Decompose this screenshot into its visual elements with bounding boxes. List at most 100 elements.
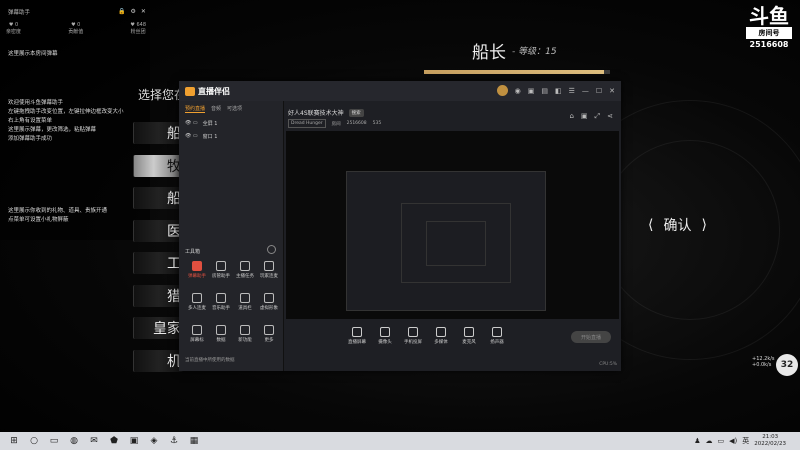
room-icons: ⌂ ▣ ⤢ ⋖ — [569, 112, 613, 121]
tab-audio[interactable]: 音频 — [211, 105, 221, 113]
close-icon[interactable]: ✕ — [609, 87, 615, 95]
network-speed: +12.2k/s +0.0k/s — [752, 356, 775, 368]
tool-label: 弹幕助手 — [188, 274, 206, 279]
window-icon[interactable]: ▣ — [581, 112, 588, 121]
left-status: 当前直播中所使用的数据 — [185, 358, 235, 363]
role-option[interactable]: 机 — [133, 349, 183, 372]
taskbar-app-icon[interactable]: ▭ — [48, 435, 60, 447]
confirm-button[interactable]: ⟨ 确认 ⟩ — [648, 215, 707, 235]
role-option[interactable]: 工 — [133, 252, 183, 274]
source-icon — [492, 327, 502, 337]
tool-icon — [192, 261, 202, 271]
layout-icon[interactable]: ◧ — [555, 87, 562, 95]
role-option[interactable]: 猎 — [133, 284, 183, 307]
avatar[interactable] — [496, 85, 508, 96]
record-icon[interactable]: ◉ — [515, 87, 521, 95]
source-button[interactable]: 直播屏幕 — [344, 327, 370, 345]
source-icon — [380, 327, 390, 337]
source-icon — [436, 327, 446, 337]
source-icon — [352, 327, 362, 337]
taskbar-app-icon[interactable]: ▦ — [188, 435, 200, 447]
close-icon[interactable]: ✕ — [141, 8, 146, 15]
source-button[interactable]: 扬声器 — [484, 327, 510, 345]
clock[interactable]: 21:03 2022/02/23 — [754, 434, 786, 448]
taskbar-app-icon[interactable]: ◍ — [68, 435, 80, 447]
tray-person-icon[interactable]: ♟ — [694, 437, 700, 445]
expand-icon[interactable]: ⤢ — [595, 112, 601, 121]
confirm-label: 确认 — [663, 218, 692, 234]
role-name: 船长 — [472, 43, 506, 63]
game-category[interactable]: Dread Hunger — [288, 119, 326, 128]
taskbar-app-icon[interactable]: ◈ — [148, 435, 160, 447]
source-icon — [408, 327, 418, 337]
taskbar-app-icon[interactable]: ⊞ — [8, 435, 20, 447]
taskbar-app-icon[interactable]: ✉ — [88, 435, 100, 447]
windows-taskbar: ⊞ ○ ▭ ◍ ✉ ⬟ ▣ ◈ ⚓ ▦ ♟ ☁ ▭ ◀) 英 21:03 2022/02/23 — [0, 432, 800, 450]
menu-icon[interactable]: ☰ — [569, 87, 575, 95]
danmaku-helper-panel[interactable]: 弹幕助手 🔒 ⚙ ✕ ♥ 0 亲密度 ♥ 0 贡献值 ♥ 648 粉丝团 这里展示本房… — [0, 0, 150, 240]
helper-line: 这里展示你收到的礼物、道具、贵族开通 — [8, 208, 108, 214]
tool-label: 多人连麦 — [188, 306, 206, 311]
tool-label: 玩家连麦 — [260, 274, 278, 279]
share-icon[interactable]: ⋖ — [607, 112, 613, 121]
tab-options[interactable]: 可选项 — [227, 105, 242, 113]
chevron-right-icon: ⟩ — [701, 217, 707, 233]
scene-item[interactable]: 👁 ▭ 窗口 1 — [179, 130, 283, 143]
source-button[interactable]: 摄像头 — [372, 327, 398, 345]
tool-icon — [216, 325, 226, 335]
room-meta: Dread Hunger 房间 2516608 535 — [288, 119, 381, 128]
role-option[interactable]: 医 — [133, 219, 183, 242]
source-button[interactable]: 多媒体 — [428, 327, 454, 345]
room-title-tag[interactable]: 搜索 — [348, 108, 364, 117]
source-button[interactable]: 手机投屏 — [400, 327, 426, 345]
role-option[interactable]: 皇家 — [133, 317, 183, 339]
tool-button[interactable]: 更多 — [255, 325, 283, 343]
helper-line: 这里展示弹幕，更改筛选，粘贴弹幕 — [8, 127, 97, 133]
role-option[interactable]: 船 — [133, 122, 183, 144]
room-tag: 房间号 — [746, 27, 792, 39]
taskbar-app-icon[interactable]: ⬟ — [108, 435, 120, 447]
screen-icon[interactable]: ▣ — [528, 87, 535, 95]
gear-icon[interactable]: ⚙ — [130, 8, 135, 15]
source-toolbar: 直播屏幕 摄像头 手机投屏 多媒体 麦克风 扬声器 开始直播 CPU:5% — [284, 321, 621, 371]
tab-reserve[interactable]: 预约直播 — [185, 105, 206, 113]
eye-icon[interactable]: 👁 ▭ — [185, 133, 198, 140]
tool-icon — [240, 293, 250, 303]
douyu-logo-text: 斗鱼 — [749, 4, 789, 28]
app-titlebar[interactable]: 直播伴侣 ◉ ▣ ▤ ◧ ☰ — ☐ ✕ — [179, 81, 621, 101]
lock-icon[interactable]: 🔒 — [118, 8, 125, 15]
taskbar-app-icon[interactable]: ○ — [28, 435, 40, 447]
home-icon[interactable]: ⌂ — [569, 112, 573, 121]
role-option[interactable]: 船 — [133, 187, 183, 209]
tool-button[interactable]: 玩家连麦 — [255, 261, 283, 279]
level-progress-bar — [424, 70, 610, 74]
helper-line: 点菜单可设置小礼物屏蔽 — [8, 217, 69, 223]
tool-label: 道具栏 — [238, 306, 252, 311]
tray-cloud-icon[interactable]: ☁ — [706, 437, 713, 445]
tool-icon — [240, 261, 250, 271]
tool-label: 更多 — [264, 338, 274, 343]
scene-item[interactable]: 👁 ▭ 全屏 1 — [179, 117, 283, 130]
helper-line: 添加弹幕助手成功 — [8, 136, 53, 142]
nested-preview-window — [426, 221, 486, 266]
taskbar-app-icon[interactable]: ⚓ — [168, 435, 180, 447]
helper-line: 右上角有设置菜单 — [8, 118, 53, 124]
fps-badge[interactable]: 32 — [776, 354, 798, 376]
minimize-icon[interactable]: — — [582, 87, 589, 95]
stream-preview — [286, 131, 619, 319]
role-option[interactable]: 牧 — [133, 154, 183, 177]
toolbox-toggle-icon[interactable] — [267, 245, 276, 254]
streaming-app-window[interactable]: 直播伴侣 ◉ ▣ ▤ ◧ ☰ — ☐ ✕ 预约直播 音频 可选项 👁 ▭ 全屏 1… — [179, 81, 621, 371]
eye-icon[interactable]: 👁 ▭ — [185, 120, 198, 127]
tray-volume-icon[interactable]: ◀) — [729, 437, 737, 445]
tray-battery-icon[interactable]: ▭ — [718, 437, 725, 445]
tool-button[interactable]: 虚拟形象 — [255, 293, 283, 311]
maximize-icon[interactable]: ☐ — [596, 87, 602, 95]
start-live-button[interactable]: 开始直播 — [571, 331, 611, 343]
list-icon[interactable]: ▤ — [541, 87, 548, 95]
tray-ime-icon[interactable]: 英 — [742, 436, 749, 446]
taskbar-app-icon[interactable]: ▣ — [128, 435, 140, 447]
helper-line: 这里展示本房间弹幕 — [8, 51, 58, 57]
source-button[interactable]: 麦克风 — [456, 327, 482, 345]
helper-line: 欢迎使用斗鱼弹幕助手 — [8, 100, 64, 106]
